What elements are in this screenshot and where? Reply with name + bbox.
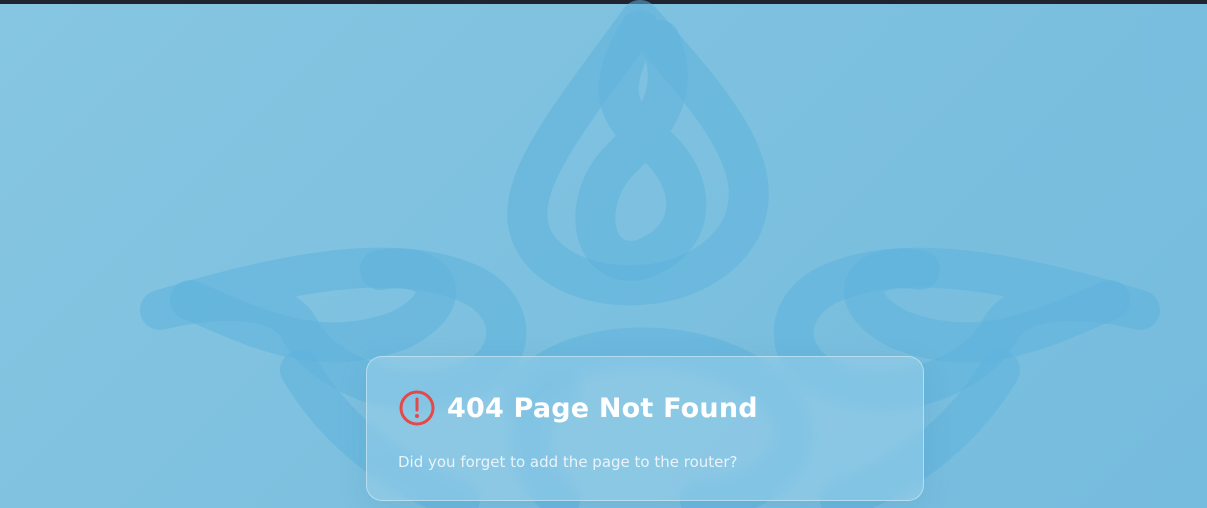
- alert-circle-icon: [399, 390, 435, 426]
- error-card: 404 Page Not Found Did you forget to add…: [366, 356, 924, 501]
- error-message: Did you forget to add the page to the ro…: [398, 453, 738, 471]
- not-found-page: 404 Page Not Found Did you forget to add…: [0, 0, 1207, 508]
- error-title: 404 Page Not Found: [447, 392, 758, 424]
- error-header: 404 Page Not Found: [398, 389, 758, 427]
